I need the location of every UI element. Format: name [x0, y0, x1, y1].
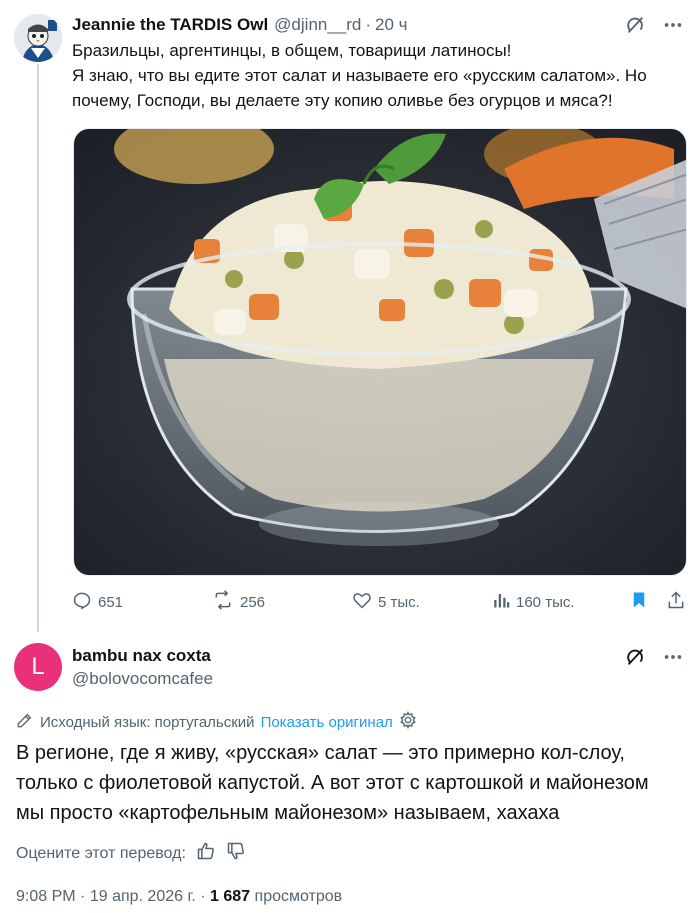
bookmark-button[interactable]: [630, 590, 648, 614]
like-button[interactable]: 5 тыс.: [352, 590, 420, 614]
translation-banner: Исходный язык: португальский Показать ор…: [16, 710, 417, 733]
tweet-text-line: Бразильцы, аргентинцы, в общем, товарищи…: [72, 41, 512, 60]
tweet-date[interactable]: 19 апр. 2026 г.: [90, 888, 196, 905]
tweet-text-line: В регионе, где я живу, «русская» салат —…: [16, 742, 625, 764]
tweet-time[interactable]: 9:08 PM: [16, 888, 76, 905]
tweet-text: Бразильцы, аргентинцы, в общем, товарищи…: [72, 38, 692, 113]
tweet-actions: 651 256 5 тыс. 160 тыс.: [72, 590, 692, 618]
share-button[interactable]: [666, 590, 686, 614]
reply-button[interactable]: 651: [72, 590, 123, 614]
views-count: 1 687: [210, 888, 251, 905]
translate-icon: [16, 711, 34, 733]
reply-count: 651: [98, 593, 124, 611]
avatar[interactable]: L: [14, 643, 62, 691]
repost-icon: [212, 590, 234, 614]
more-icon[interactable]: [660, 12, 686, 38]
author-name[interactable]: bambu nax coxta: [72, 646, 211, 666]
thumbs-down-icon[interactable]: [226, 841, 246, 866]
tweet-time[interactable]: 20 ч: [375, 15, 408, 35]
avatar[interactable]: [14, 14, 62, 62]
views-count: 160 тыс.: [516, 593, 575, 611]
translation-source: Исходный язык: португальский: [40, 713, 255, 731]
bookmark-icon: [630, 590, 648, 614]
tweet-header-icons: [622, 644, 686, 670]
share-icon: [666, 590, 686, 614]
tweet-photo[interactable]: [73, 128, 687, 576]
like-count: 5 тыс.: [378, 593, 420, 611]
tweet-text-line: мы просто «картофельным майонезом» назыв…: [16, 802, 560, 824]
tweet-text-line: почему, Господи, вы делаете эту копию ол…: [72, 91, 613, 110]
views-button[interactable]: 160 тыс.: [492, 590, 575, 614]
author-name[interactable]: Jeannie the TARDIS Owl: [72, 15, 268, 35]
views-icon: [492, 590, 510, 614]
thread-line: [37, 64, 39, 632]
author-handle[interactable]: @bolovocomcafee: [72, 669, 213, 689]
tweet-meta: 9:08 PM · 19 апр. 2026 г. · 1 687 просмо…: [16, 888, 343, 905]
repost-count: 256: [240, 593, 266, 611]
like-icon: [352, 590, 372, 614]
views-label: просмотров: [254, 888, 343, 905]
more-icon[interactable]: [660, 644, 686, 670]
reply-icon: [72, 590, 92, 614]
repost-button[interactable]: 256: [212, 590, 265, 614]
rate-translation: Оцените этот перевод:: [16, 841, 246, 866]
tweet-text: В регионе, где я живу, «русская» салат —…: [16, 738, 686, 828]
rate-label: Оцените этот перевод:: [16, 844, 186, 862]
grok-icon[interactable]: [622, 644, 648, 670]
avatar-letter: L: [31, 653, 45, 680]
tweet-text-line: только с фиолетовой капустой. А вот этот…: [16, 772, 649, 794]
gear-icon[interactable]: [399, 710, 417, 733]
separator: ·: [365, 15, 372, 34]
tweet-header: Jeannie the TARDIS Owl @djinn__rd · 20 ч: [72, 14, 686, 36]
tweet-text-line: Я знаю, что вы едите этот салат и называ…: [72, 66, 647, 85]
show-original-link[interactable]: Показать оригинал: [261, 714, 393, 731]
grok-icon[interactable]: [622, 12, 648, 38]
thumbs-up-icon[interactable]: [196, 841, 216, 866]
author-handle[interactable]: @djinn__rd: [274, 15, 361, 35]
